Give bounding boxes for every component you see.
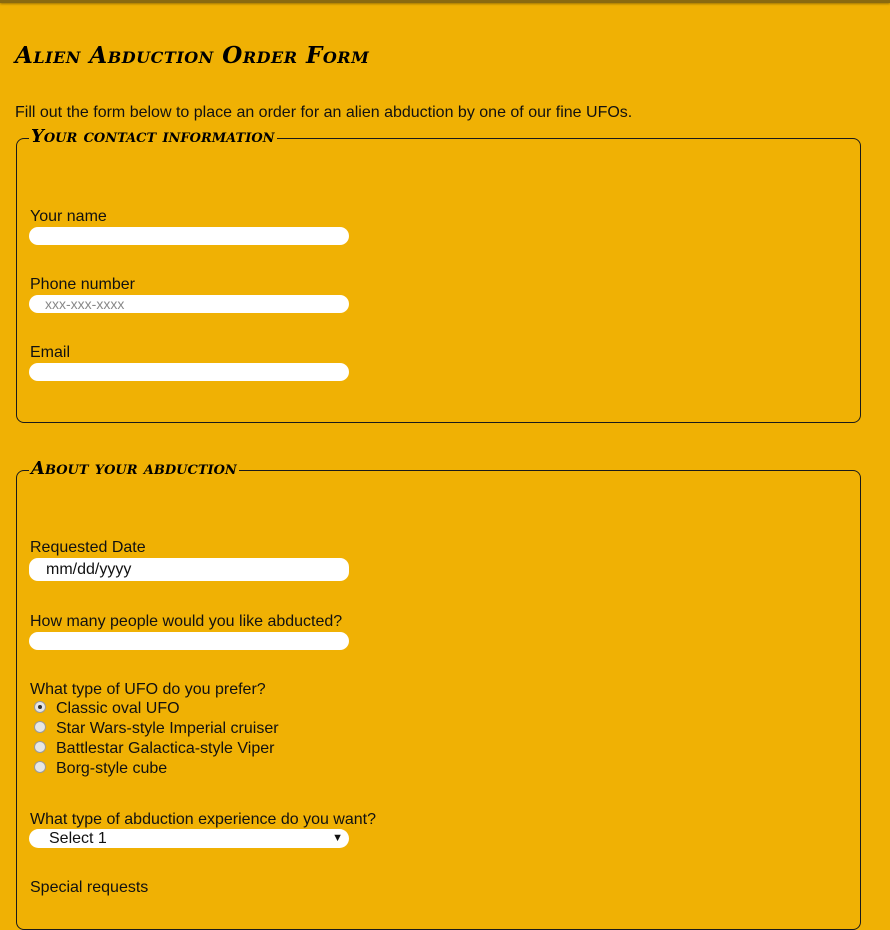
people-label: How many people would you like abducted? (30, 613, 343, 630)
phone-input[interactable]: xxx-xxx-xxxx (29, 295, 349, 313)
intro-text: Fill out the form below to place an orde… (15, 104, 633, 121)
ufo-option-label: Star Wars-style Imperial cruiser (56, 720, 279, 737)
date-label: Requested Date (30, 539, 146, 556)
abduction-legend: About your abduction (29, 458, 239, 479)
ufo-option-borg-cube[interactable]: Borg-style cube (34, 759, 167, 779)
people-input[interactable] (29, 632, 349, 650)
special-requests-label: Special requests (30, 879, 149, 896)
ufo-option-label: Battlestar Galactica-style Viper (56, 740, 275, 757)
ufo-option-viper[interactable]: Battlestar Galactica-style Viper (34, 739, 274, 759)
experience-select[interactable]: Select 1 ▼ (29, 829, 349, 848)
email-input[interactable] (29, 363, 349, 381)
ufo-option-classic-oval[interactable]: Classic oval UFO (34, 699, 180, 719)
date-input[interactable]: mm/dd/yyyy (29, 558, 349, 581)
radio-button[interactable] (34, 740, 46, 753)
dropdown-arrow-icon[interactable]: ▼ (332, 829, 343, 848)
ufo-type-label: What type of UFO do you prefer? (30, 681, 266, 698)
radio-button[interactable] (34, 720, 46, 733)
abduction-fieldset: About your abduction Requested Date mm/d… (16, 458, 861, 930)
radio-button-checked[interactable] (34, 700, 46, 713)
experience-label: What type of abduction experience do you… (30, 811, 376, 828)
name-label: Your name (30, 208, 107, 225)
page-title: Alien Abduction Order Form (15, 42, 370, 69)
ufo-option-imperial-cruiser[interactable]: Star Wars-style Imperial cruiser (34, 719, 279, 739)
ufo-option-label: Classic oval UFO (56, 700, 180, 717)
top-shadow-bar (0, 0, 890, 3)
contact-fieldset: Your contact information Your name Phone… (16, 126, 861, 423)
ufo-option-label: Borg-style cube (56, 760, 168, 777)
radio-button[interactable] (34, 760, 46, 773)
contact-legend: Your contact information (29, 126, 277, 147)
name-input[interactable] (29, 227, 349, 245)
phone-label: Phone number (30, 276, 135, 293)
email-label: Email (30, 344, 71, 361)
experience-selected-value: Select 1 (49, 830, 107, 847)
